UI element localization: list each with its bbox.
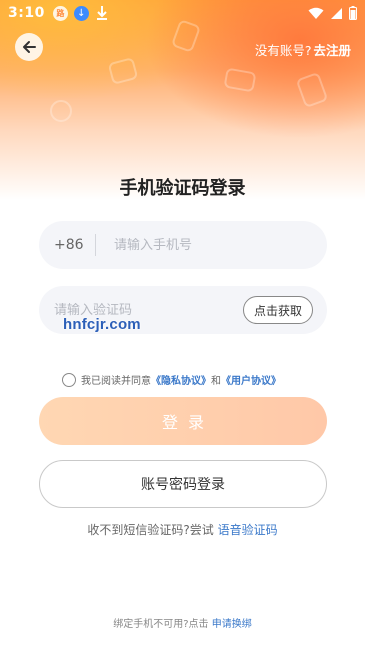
get-code-button[interactable]: 点击获取 (242, 296, 313, 324)
wifi-icon (308, 7, 324, 19)
agreement-and: 和 (211, 376, 221, 387)
password-login-button[interactable]: 账号密码登录 (39, 460, 327, 508)
page-title: 手机验证码登录 (119, 178, 246, 199)
prefix-divider (95, 234, 96, 256)
register-row: 没有账号? 去注册 (255, 40, 351, 59)
app-notification-icon: 路 (52, 5, 68, 21)
phone-input[interactable] (114, 237, 327, 253)
rebind-row: 绑定手机不可用?点击 申请换绑 (0, 615, 365, 630)
agreement-prefix: 我已阅读并同意 (81, 376, 151, 387)
voice-code-link[interactable]: 语音验证码 (218, 523, 278, 537)
voice-code-prompt: 收不到短信验证码?尝试 (87, 523, 214, 537)
rebind-prompt: 绑定手机不可用?点击 (113, 619, 209, 630)
rebind-link[interactable]: 申请换绑 (212, 619, 252, 630)
login-button[interactable]: 登录 (39, 397, 327, 445)
register-link[interactable]: 去注册 (313, 40, 351, 59)
register-prompt: 没有账号? (254, 43, 312, 58)
arrow-left-icon (23, 41, 36, 53)
phone-field: +86 (39, 221, 327, 269)
battery-icon (349, 6, 357, 20)
signal-icon (331, 7, 342, 19)
decor-shape (107, 57, 139, 85)
agreement-row: 我已阅读并同意 《隐私协议》 和 《用户协议》 (62, 372, 281, 387)
header-background (0, 0, 365, 200)
status-time: 3:10 (8, 5, 45, 21)
status-bar: 3:10 路 ↓ (0, 0, 365, 26)
back-button[interactable] (15, 33, 43, 61)
country-code-prefix[interactable]: +86 (39, 237, 95, 253)
privacy-policy-link[interactable]: 《隐私协议》 (151, 372, 211, 387)
voice-code-row: 收不到短信验证码?尝试 语音验证码 (0, 521, 365, 538)
user-agreement-link[interactable]: 《用户协议》 (221, 372, 281, 387)
decor-shape (223, 67, 257, 93)
decor-shape (295, 71, 329, 109)
decor-shape (50, 100, 72, 122)
download-badge-icon: ↓ (73, 5, 89, 21)
watermark-text: hnfcjr.com (63, 316, 141, 333)
download-icon (96, 6, 107, 20)
agreement-checkbox[interactable] (62, 372, 76, 387)
